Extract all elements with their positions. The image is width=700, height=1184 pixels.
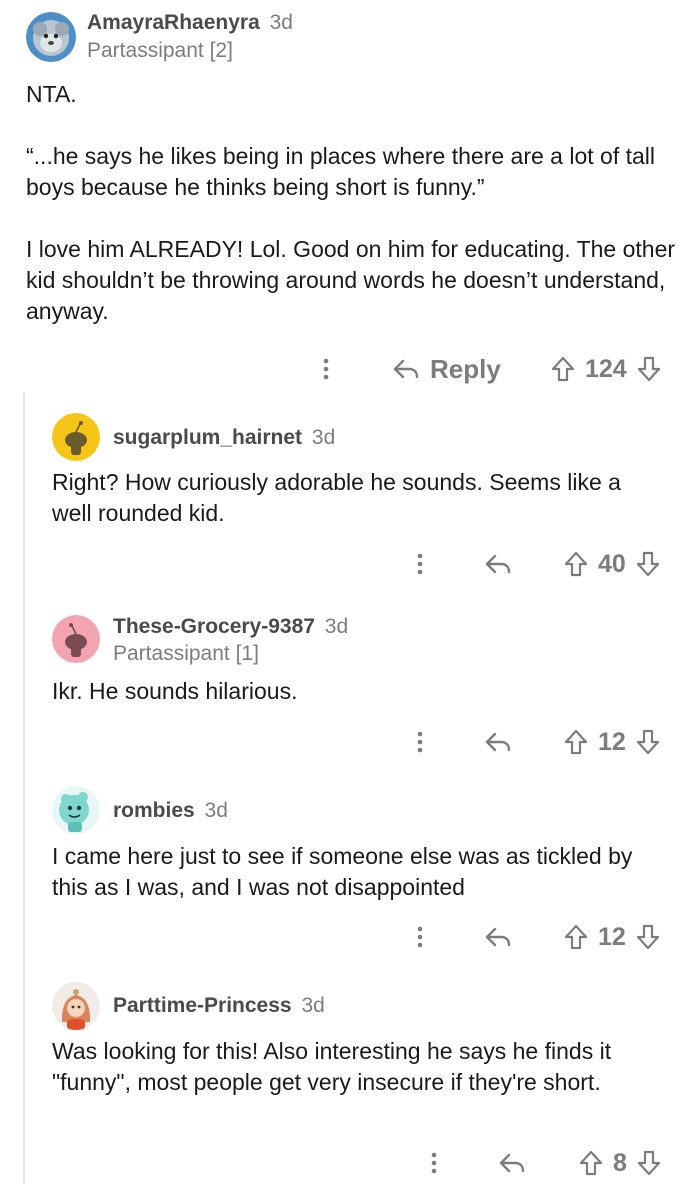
reply-button[interactable] [484, 722, 512, 762]
downvote-icon[interactable] [636, 1149, 662, 1177]
comment-body: Was looking for this! Also interesting h… [52, 1036, 637, 1098]
vote-count: 8 [613, 1148, 627, 1177]
more-options-icon [431, 1152, 437, 1174]
comment-body: I came here just to see if someone else … [52, 841, 672, 903]
reply-arrow-icon [499, 1153, 525, 1173]
vote-controls: 124 [550, 349, 662, 389]
timestamp: 3d [324, 615, 349, 638]
comment-actions: 12 [400, 917, 676, 957]
upvote-icon[interactable] [563, 550, 589, 578]
avatar[interactable] [26, 12, 76, 62]
comment-actions: 12 [400, 722, 676, 762]
username[interactable]: These-Grocery-9387 [113, 615, 315, 638]
more-options-icon [417, 553, 423, 575]
comment-body: NTA. “...he says he likes being in place… [26, 79, 676, 327]
reply-label: Reply [430, 353, 501, 384]
comment-paragraph: “...he says he likes being in places whe… [26, 143, 656, 200]
avatar[interactable] [52, 413, 100, 461]
thread-line [23, 392, 25, 1184]
timestamp: 3d [301, 994, 325, 1017]
username[interactable]: rombies [113, 799, 195, 822]
vote-count: 12 [598, 727, 626, 756]
avatar[interactable] [52, 982, 100, 1030]
reply-button[interactable] [484, 544, 512, 584]
more-options-icon [323, 358, 329, 380]
reply-arrow-icon [393, 359, 419, 379]
vote-controls: 40 [563, 544, 661, 584]
upvote-icon[interactable] [550, 355, 576, 383]
comment-paragraph: Ikr. He sounds hilarious. [52, 678, 298, 704]
upvote-icon[interactable] [563, 923, 589, 951]
username[interactable]: Parttime-Princess [113, 994, 292, 1017]
user-flair: Partassipant [2] [87, 39, 233, 62]
comment-body: Ikr. He sounds hilarious. [52, 676, 662, 707]
comment-actions: Reply 124 [300, 349, 676, 389]
vote-controls: 12 [563, 917, 661, 957]
avatar[interactable] [52, 786, 100, 834]
comment-actions: 8 [412, 1143, 676, 1183]
reply-arrow-icon [485, 554, 511, 574]
comment-actions: 40 [400, 544, 676, 584]
vote-controls: 8 [578, 1143, 662, 1183]
username[interactable]: sugarplum_hairnet [113, 426, 302, 449]
timestamp: 3d [269, 11, 293, 34]
username[interactable]: AmayraRhaenyra [87, 11, 260, 34]
more-options-button[interactable] [422, 1143, 446, 1183]
avatar[interactable] [52, 615, 100, 663]
timestamp: 3d [311, 426, 336, 449]
more-options-icon [417, 731, 423, 753]
reply-arrow-icon [485, 927, 511, 947]
reply-button[interactable] [498, 1143, 526, 1183]
comment-paragraph: I came here just to see if someone else … [52, 843, 633, 900]
vote-count: 124 [585, 354, 627, 383]
more-options-button[interactable] [408, 722, 432, 762]
user-flair: Partassipant [1] [113, 642, 259, 665]
upvote-icon[interactable] [578, 1149, 604, 1177]
vote-count: 40 [598, 549, 626, 578]
comment-paragraph: Right? How curiously adorable he sounds.… [52, 469, 621, 526]
vote-controls: 12 [563, 722, 661, 762]
downvote-icon[interactable] [635, 550, 661, 578]
comment-body: Right? How curiously adorable he sounds.… [52, 467, 662, 529]
vote-count: 12 [598, 922, 626, 951]
comment-paragraph: NTA. [26, 81, 77, 107]
comment-paragraph: Was looking for this! Also interesting h… [52, 1038, 612, 1095]
reply-button[interactable]: Reply [392, 349, 501, 389]
more-options-button[interactable] [408, 917, 432, 957]
downvote-icon[interactable] [636, 355, 662, 383]
comment-paragraph: I love him ALREADY! Lol. Good on him for… [26, 236, 676, 324]
downvote-icon[interactable] [635, 728, 661, 756]
downvote-icon[interactable] [635, 923, 661, 951]
more-options-button[interactable] [408, 544, 432, 584]
more-options-button[interactable] [314, 349, 338, 389]
timestamp: 3d [204, 799, 228, 822]
reply-arrow-icon [485, 732, 511, 752]
more-options-icon [417, 926, 423, 948]
reply-button[interactable] [484, 917, 512, 957]
upvote-icon[interactable] [563, 728, 589, 756]
